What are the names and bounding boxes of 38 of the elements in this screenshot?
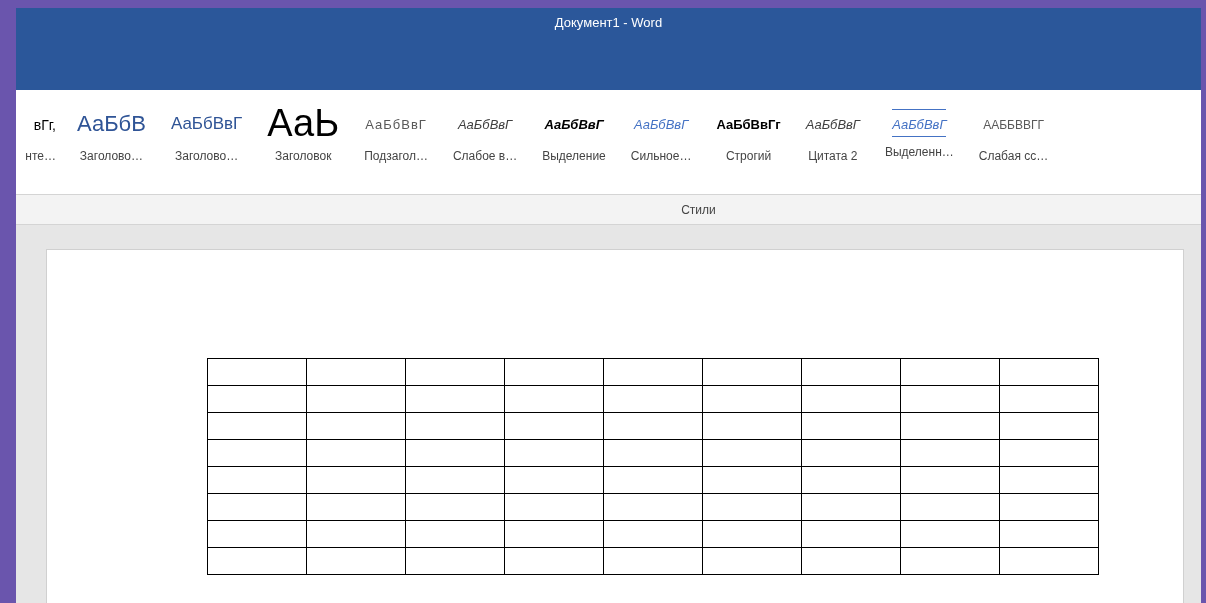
style-item[interactable]: ААББВВГГ Слабая сс… — [974, 105, 1053, 165]
style-item[interactable]: АаБбВвГ Подзагол… — [360, 105, 432, 165]
style-preview: ААББВВГГ — [983, 117, 1044, 134]
style-preview: АаБбВвГ — [805, 116, 860, 134]
style-name: Сильное… — [630, 148, 692, 165]
style-name: Заголовок — [275, 148, 332, 165]
style-item[interactable]: АаБбВвГ Заголово… — [166, 105, 247, 165]
style-item[interactable]: АаБбВвГ Выделенн… — [880, 105, 958, 161]
style-name: Слабая сс… — [978, 148, 1049, 165]
style-item[interactable]: АаЬ Заголовок — [263, 105, 344, 165]
style-preview: АаБбВвГ — [544, 116, 604, 134]
style-name: Выделение — [542, 148, 606, 165]
style-name: Выделенн… — [884, 144, 954, 161]
style-preview: АаБбВвГг — [716, 116, 781, 134]
style-item[interactable]: АаБбВвГ Цитата 2 — [801, 105, 864, 165]
style-preview: АаБбВвГ — [892, 109, 947, 137]
window-title: Документ1 - Word — [554, 14, 663, 31]
style-name: Слабое в… — [452, 148, 518, 165]
style-preview: АаБбВвГ — [365, 116, 427, 134]
style-item[interactable]: АаБбВ Заголово… — [73, 105, 150, 165]
style-name: Заголово… — [175, 148, 239, 165]
style-preview: АаБбВвГ — [170, 113, 243, 135]
style-item[interactable]: АаБбВвГ Сильное… — [626, 105, 696, 165]
style-preview: АаБбВвГ — [634, 116, 689, 134]
style-preview: АаЬ — [267, 105, 340, 141]
group-label: Стили — [681, 201, 716, 219]
style-preview: АаБбВ — [77, 110, 146, 138]
style-name: Строгий — [725, 148, 772, 165]
style-name: нте… — [25, 148, 56, 165]
style-name: Подзагол… — [364, 148, 428, 165]
style-preview: АаБбВвГ — [457, 116, 513, 134]
style-preview: вГг, — [33, 116, 56, 135]
style-item[interactable]: АаБбВвГ Слабое в… — [448, 105, 522, 165]
style-item[interactable]: АаБбВвГг Строгий — [712, 105, 785, 165]
style-item[interactable]: вГг, нте… — [16, 105, 56, 165]
style-name: Цитата 2 — [808, 148, 858, 165]
style-item[interactable]: АаБбВвГ Выделение — [538, 105, 610, 165]
style-name: Заголово… — [79, 148, 143, 165]
